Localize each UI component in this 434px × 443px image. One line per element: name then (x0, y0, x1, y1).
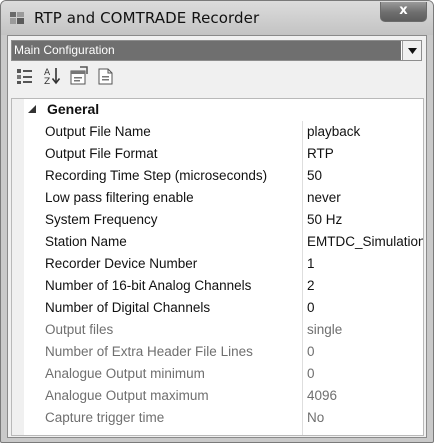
property-name: Analogue Output minimum (45, 366, 205, 381)
categorized-icon (17, 69, 32, 84)
property-name: Number of Extra Header File Lines (45, 344, 253, 359)
property-row[interactable]: Station Name EMTDC_Simulation (12, 231, 423, 253)
property-pages-icon (70, 66, 88, 85)
property-value[interactable]: 1 (307, 253, 423, 275)
title-bar[interactable]: RTP and COMTRADE Recorder x (1, 1, 433, 35)
property-row[interactable]: System Frequency 50 Hz (12, 209, 423, 231)
property-value[interactable]: 50 (307, 165, 423, 187)
property-row[interactable]: Recorder Device Number 1 (12, 253, 423, 275)
app-icon (10, 12, 24, 24)
property-row[interactable]: Analogue Output minimum 0 (12, 363, 423, 385)
property-value[interactable]: RTP (307, 143, 423, 165)
property-value[interactable]: 0 (307, 297, 423, 319)
category-label: General (47, 101, 100, 117)
object-selector-dropdown[interactable]: Main Configuration (11, 40, 422, 61)
property-row[interactable]: Low pass filtering enable never (12, 187, 423, 209)
object-selector-value: Main Configuration (12, 41, 401, 60)
property-value[interactable]: 50 Hz (307, 209, 423, 231)
alphabetical-button[interactable]: A Z (41, 65, 63, 87)
property-value[interactable]: EMTDC_Simulation (307, 231, 423, 253)
property-row[interactable]: Output File Name playback (12, 121, 423, 143)
close-icon: x (399, 3, 408, 18)
dropdown-button[interactable] (402, 41, 421, 60)
property-name: Recorder Device Number (45, 256, 198, 271)
property-value[interactable]: 2 (307, 275, 423, 297)
window-title: RTP and COMTRADE Recorder (34, 9, 260, 27)
category-row-general[interactable]: General (12, 99, 423, 121)
property-name: Low pass filtering enable (45, 190, 194, 205)
categorized-button[interactable] (14, 65, 36, 87)
property-value[interactable]: 0 (307, 341, 423, 363)
property-value[interactable]: No (307, 407, 423, 429)
collapse-triangle-icon[interactable] (27, 104, 37, 114)
property-row[interactable]: Output files single (12, 319, 423, 341)
property-row[interactable]: Number of Digital Channels 0 (12, 297, 423, 319)
property-name: Analogue Output maximum (45, 388, 209, 403)
property-name: Recording Time Step (microseconds) (45, 168, 268, 183)
property-toolbar: A Z (14, 65, 164, 89)
property-pages-button[interactable] (68, 65, 90, 87)
property-value[interactable]: 0 (307, 363, 423, 385)
client-area: Main Configuration A Z General Output Fi… (7, 35, 427, 438)
property-value[interactable]: playback (307, 121, 423, 143)
svg-text:Z: Z (44, 77, 50, 87)
property-name: System Frequency (45, 212, 158, 227)
property-value[interactable]: never (307, 187, 423, 209)
property-value[interactable]: single (307, 319, 423, 341)
property-row[interactable]: Number of 16-bit Analog Channels 2 (12, 275, 423, 297)
property-row[interactable]: Output File Format RTP (12, 143, 423, 165)
property-row[interactable]: Number of Extra Header File Lines 0 (12, 341, 423, 363)
property-name: Output File Name (45, 124, 151, 139)
property-row[interactable]: Capture trigger time No (12, 407, 423, 429)
recorder-window: RTP and COMTRADE Recorder x Main Configu… (0, 0, 434, 443)
description-icon (98, 68, 113, 85)
chevron-down-icon (407, 47, 417, 54)
property-name: Capture trigger time (45, 410, 165, 425)
property-name: Number of Digital Channels (45, 300, 211, 315)
close-button[interactable]: x (380, 2, 427, 22)
property-value[interactable]: 4096 (307, 385, 423, 407)
property-name: Output File Format (45, 146, 158, 161)
property-grid: General Output File Name playback Output F… (11, 98, 424, 436)
description-button[interactable] (95, 65, 117, 87)
property-name: Number of 16-bit Analog Channels (45, 278, 252, 293)
property-row[interactable]: Analogue Output maximum 4096 (12, 385, 423, 407)
property-name: Output files (45, 322, 114, 337)
property-name: Station Name (45, 234, 127, 249)
alphabetical-icon: A Z (44, 68, 61, 87)
property-row[interactable]: Recording Time Step (microseconds) 50 (12, 165, 423, 187)
